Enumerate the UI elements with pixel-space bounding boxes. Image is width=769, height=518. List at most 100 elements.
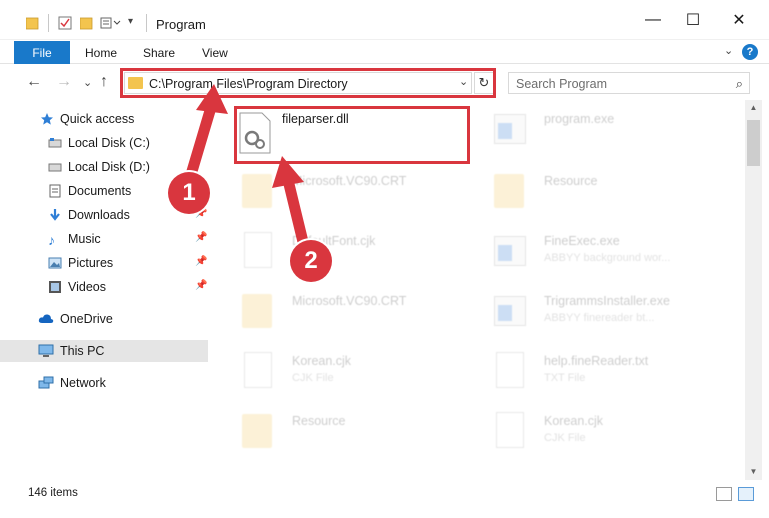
file-item[interactable]: Microsoft.VC90.CRT bbox=[222, 286, 472, 342]
sidebar-item-label: Quick access bbox=[60, 112, 135, 126]
documents-icon bbox=[48, 184, 62, 198]
folder-icon bbox=[25, 16, 40, 30]
file-name: Korean.cjk bbox=[544, 414, 604, 428]
sidebar-item-local-disk-c[interactable]: Local Disk (C:) bbox=[0, 132, 208, 154]
document-icon bbox=[494, 350, 526, 390]
tab-share[interactable]: Share bbox=[143, 46, 175, 60]
maximize-button[interactable]: ☐ bbox=[670, 0, 716, 40]
pin-icon: 📌 bbox=[195, 280, 208, 291]
file-name: Resource bbox=[544, 174, 598, 188]
pin-icon: 📌 bbox=[195, 256, 208, 267]
file-item[interactable]: program.exe bbox=[474, 104, 724, 160]
file-name: FineExec.exe bbox=[544, 234, 620, 248]
downloads-icon bbox=[48, 208, 62, 222]
file-item[interactable]: TrigrammsInstaller.exe ABBYY finereader … bbox=[474, 286, 724, 342]
computer-icon bbox=[38, 344, 54, 358]
file-item[interactable]: Microsoft.VC90.CRT bbox=[222, 166, 472, 222]
search-input[interactable]: Search Program ⌕ bbox=[508, 72, 750, 94]
sidebar-item-onedrive[interactable]: OneDrive bbox=[0, 308, 208, 330]
new-folder-icon[interactable] bbox=[79, 16, 94, 30]
document-icon bbox=[494, 410, 526, 450]
up-button[interactable]: ↑ bbox=[100, 73, 108, 91]
folder-icon bbox=[242, 170, 274, 210]
tab-file[interactable]: File bbox=[14, 41, 70, 64]
sidebar-item-label: Videos bbox=[68, 280, 106, 294]
scroll-down-icon[interactable]: ▼ bbox=[745, 464, 762, 480]
sidebar-item-label: Network bbox=[60, 376, 106, 390]
file-item[interactable]: FineExec.exe ABBYY background wor... bbox=[474, 226, 724, 282]
sidebar-item-label: Downloads bbox=[68, 208, 130, 222]
customize-toolbar-icon[interactable] bbox=[100, 16, 121, 30]
expand-ribbon-icon[interactable]: ⌄ bbox=[724, 44, 733, 57]
exe-icon bbox=[494, 108, 526, 148]
drive-icon bbox=[48, 160, 62, 174]
folder-icon bbox=[242, 290, 274, 330]
file-highlight-box bbox=[234, 106, 470, 164]
document-icon bbox=[242, 350, 274, 390]
file-name: TrigrammsInstaller.exe bbox=[544, 294, 670, 308]
sidebar-item-music[interactable]: ♪ Music 📌 bbox=[0, 228, 208, 250]
folder-icon bbox=[494, 170, 526, 210]
back-button[interactable]: ← bbox=[26, 73, 42, 91]
sidebar-item-label: Local Disk (D:) bbox=[68, 160, 150, 174]
document-icon bbox=[242, 230, 274, 270]
file-item[interactable]: Resource bbox=[474, 166, 724, 222]
network-icon bbox=[38, 376, 54, 390]
sidebar-item-label: Local Disk (C:) bbox=[68, 136, 150, 150]
navigation-pane: Quick access Local Disk (C:) Local Disk … bbox=[0, 104, 210, 484]
star-icon bbox=[40, 112, 54, 126]
file-name: Microsoft.VC90.CRT bbox=[292, 174, 407, 188]
sidebar-item-videos[interactable]: Videos 📌 bbox=[0, 276, 208, 298]
file-type: ABBYY finereader bt... bbox=[544, 312, 655, 324]
chevron-down-icon[interactable]: ▾ bbox=[128, 16, 142, 30]
file-name: Resource bbox=[292, 414, 346, 428]
item-count: 146 items bbox=[28, 487, 78, 499]
properties-icon[interactable] bbox=[58, 16, 72, 30]
status-bar: 146 items bbox=[0, 482, 769, 504]
file-type: CJK File bbox=[544, 432, 586, 444]
vertical-scrollbar[interactable]: ▲ ▼ bbox=[745, 100, 762, 480]
file-item[interactable]: Korean.cjk CJK File bbox=[222, 346, 472, 402]
file-item[interactable]: DefaultFont.cjk CJK File bbox=[222, 226, 472, 282]
file-item[interactable]: Resource bbox=[222, 406, 472, 462]
file-item[interactable]: help.fineReader.txt TXT File bbox=[474, 346, 724, 402]
title-separator bbox=[146, 14, 147, 32]
exe-icon bbox=[494, 290, 526, 330]
help-icon[interactable]: ? bbox=[742, 44, 758, 60]
step-1-badge: 1 bbox=[168, 172, 210, 214]
sidebar-item-quick-access[interactable]: Quick access bbox=[0, 108, 208, 130]
file-type: CJK File bbox=[292, 372, 334, 384]
sidebar-item-pictures[interactable]: Pictures 📌 bbox=[0, 252, 208, 274]
window-title: Program bbox=[156, 17, 206, 32]
large-icons-view-icon[interactable] bbox=[738, 487, 754, 501]
sidebar-item-label: Documents bbox=[68, 184, 132, 198]
close-button[interactable]: ✕ bbox=[716, 0, 762, 40]
file-item[interactable]: Korean.cjk CJK File bbox=[474, 406, 724, 462]
file-name: Korean.cjk bbox=[292, 354, 352, 368]
music-icon: ♪ bbox=[48, 232, 55, 248]
scroll-thumb[interactable] bbox=[747, 120, 760, 166]
forward-button[interactable]: → bbox=[56, 73, 72, 91]
file-name: program.exe bbox=[544, 112, 615, 126]
exe-icon bbox=[494, 230, 526, 270]
file-type: ABBYY background wor... bbox=[544, 252, 671, 264]
sidebar-item-network[interactable]: Network bbox=[0, 372, 208, 394]
sidebar-item-label: OneDrive bbox=[60, 312, 113, 326]
details-view-icon[interactable] bbox=[716, 487, 732, 501]
videos-icon bbox=[48, 280, 62, 294]
step-2-badge: 2 bbox=[290, 240, 332, 282]
file-name: Microsoft.VC90.CRT bbox=[292, 294, 407, 308]
recent-locations-button[interactable]: ⌄ bbox=[83, 76, 92, 89]
pin-icon: 📌 bbox=[195, 232, 208, 243]
search-placeholder: Search Program bbox=[516, 77, 608, 91]
tab-home[interactable]: Home bbox=[85, 46, 117, 60]
scroll-up-icon[interactable]: ▲ bbox=[745, 100, 762, 116]
sidebar-item-label: This PC bbox=[60, 344, 105, 358]
pictures-icon bbox=[48, 256, 62, 270]
sidebar-item-this-pc[interactable]: This PC bbox=[0, 340, 208, 362]
drive-icon bbox=[48, 136, 62, 150]
file-name: help.fineReader.txt bbox=[544, 354, 649, 368]
title-bar: ▾ Program — ☐ ✕ bbox=[0, 0, 769, 40]
tab-view[interactable]: View bbox=[202, 46, 228, 60]
search-icon: ⌕ bbox=[735, 76, 743, 91]
